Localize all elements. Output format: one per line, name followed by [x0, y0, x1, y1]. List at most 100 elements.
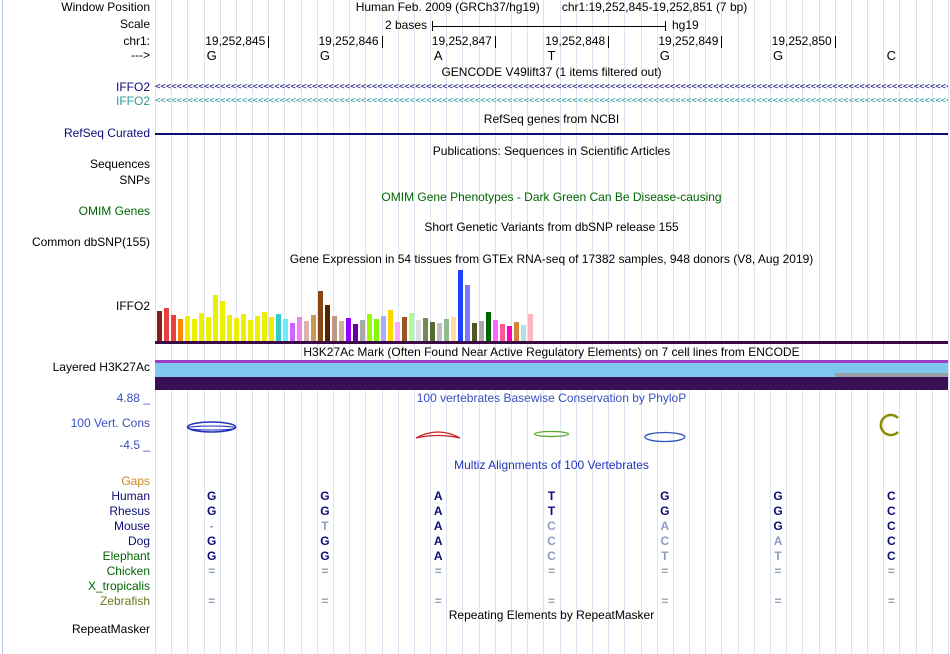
gtex-bar[interactable]: [479, 321, 484, 341]
gtex-bar[interactable]: [171, 315, 176, 341]
sidebar-label-gtex-gene[interactable]: IFFO2: [0, 300, 150, 313]
gtex-bar[interactable]: [220, 301, 225, 341]
gtex-bar[interactable]: [234, 318, 239, 341]
gtex-bar[interactable]: [409, 313, 414, 341]
species-label[interactable]: Gaps: [0, 474, 150, 489]
sidebar-label-layered-h3k27ac[interactable]: Layered H3K27Ac: [0, 361, 150, 374]
gtex-bar[interactable]: [311, 315, 316, 341]
gtex-bar[interactable]: [367, 314, 372, 341]
gtex-bar[interactable]: [185, 316, 190, 341]
multiz-track-title: Multiz Alignments of 100 Vertebrates: [454, 458, 649, 472]
gtex-bar[interactable]: [157, 311, 162, 341]
gencode-item-label[interactable]: IFFO2: [0, 95, 150, 108]
transcript-arrows[interactable]: <<<<<<<<<<<<<<<<<<<<<<<<<<<<<<<<<<<<<<<<…: [155, 95, 948, 107]
alignment-base: =: [434, 564, 442, 578]
gtex-bar[interactable]: [486, 312, 491, 341]
alignment-base: =: [547, 594, 555, 608]
gtex-bar[interactable]: [332, 316, 337, 341]
gtex-bar[interactable]: [416, 320, 421, 341]
alignment-base: G: [206, 549, 217, 563]
phylop-conservation-plot[interactable]: [155, 406, 948, 454]
alignment-base: C: [887, 504, 896, 518]
species-label[interactable]: Dog: [0, 534, 150, 549]
gtex-bar[interactable]: [255, 316, 260, 341]
h3k27ac-band-skyblue: [155, 363, 948, 377]
gtex-bar[interactable]: [213, 295, 218, 341]
gtex-bar[interactable]: [507, 326, 512, 341]
gtex-bar[interactable]: [493, 320, 498, 341]
gtex-bar[interactable]: [381, 316, 386, 341]
gtex-bar[interactable]: [514, 322, 519, 341]
sidebar-label-common-dbsnp[interactable]: Common dbSNP(155): [0, 236, 150, 249]
gtex-bar[interactable]: [451, 317, 456, 341]
species-label[interactable]: Rhesus: [0, 504, 150, 519]
gencode-item-label[interactable]: IFFO2: [0, 81, 150, 94]
gtex-bar[interactable]: [178, 319, 183, 341]
gtex-bar[interactable]: [290, 323, 295, 341]
gtex-bar[interactable]: [339, 321, 344, 341]
repeatmasker-track-title: Repeating Elements by RepeatMasker: [448, 608, 655, 622]
gtex-bar[interactable]: [262, 312, 267, 341]
multiz-labels: Gaps Human Rhesus Mouse Dog Elephant Chicken X_…: [0, 474, 150, 614]
gtex-bar[interactable]: [430, 322, 435, 341]
species-label[interactable]: Zebrafish: [0, 594, 150, 609]
sidebar-label-repeatmasker[interactable]: RepeatMasker: [0, 623, 150, 636]
alignment-base: G: [206, 489, 217, 503]
alignment-base: T: [321, 519, 329, 533]
alignment-base: C: [887, 489, 896, 503]
gtex-bar[interactable]: [325, 305, 330, 341]
alignment-base: =: [321, 564, 329, 578]
gtex-bar[interactable]: [199, 313, 204, 341]
gtex-expression-barchart[interactable]: [155, 269, 948, 341]
transcript-arrows[interactable]: <<<<<<<<<<<<<<<<<<<<<<<<<<<<<<<<<<<<<<<<…: [155, 81, 948, 93]
alignment-base: C: [887, 534, 896, 548]
gtex-bar[interactable]: [304, 321, 309, 341]
gtex-bar[interactable]: [248, 320, 253, 341]
species-label[interactable]: Elephant: [0, 549, 150, 564]
position-label: 19,252,845: [205, 34, 266, 48]
sidebar-label-omim-genes[interactable]: OMIM Genes: [0, 205, 150, 218]
alignment-base: T: [661, 549, 669, 563]
species-label[interactable]: X_tropicalis: [0, 579, 150, 594]
gtex-bar[interactable]: [318, 291, 323, 341]
gtex-bar[interactable]: [346, 318, 351, 341]
alignment-base: G: [206, 534, 217, 548]
multiz-alignment-grid: G G A T G G C G G A T G G C - T A C A G C G G A C C A C G G A C T T C = = = = =…: [155, 474, 948, 614]
gtex-bar[interactable]: [206, 317, 211, 341]
gtex-bar[interactable]: [269, 317, 274, 341]
sidebar-label-100-vert-cons[interactable]: 100 Vert. Cons: [0, 417, 150, 430]
gtex-bar[interactable]: [472, 323, 477, 341]
omim-track-title: OMIM Gene Phenotypes - Dark Green Can Be…: [381, 190, 722, 204]
gtex-bar[interactable]: [423, 318, 428, 341]
gtex-bar[interactable]: [465, 285, 470, 341]
gtex-bar[interactable]: [521, 325, 526, 341]
gtex-bar[interactable]: [444, 319, 449, 341]
sidebar-label-snps[interactable]: SNPs: [0, 174, 150, 187]
species-label[interactable]: Human: [0, 489, 150, 504]
gtex-bar[interactable]: [395, 322, 400, 341]
species-label[interactable]: Chicken: [0, 564, 150, 579]
gtex-bar[interactable]: [528, 314, 533, 341]
gtex-bar[interactable]: [353, 324, 358, 341]
gtex-bar[interactable]: [458, 270, 463, 341]
gtex-bar[interactable]: [297, 317, 302, 341]
gtex-bar[interactable]: [192, 319, 197, 341]
position-label: 19,252,849: [658, 34, 719, 48]
gtex-bar[interactable]: [276, 314, 281, 341]
sidebar-label-refseq-curated[interactable]: RefSeq Curated: [0, 127, 150, 140]
gtex-bar[interactable]: [437, 323, 442, 341]
sidebar-label-sequences[interactable]: Sequences: [0, 158, 150, 171]
gtex-bar[interactable]: [241, 314, 246, 341]
gtex-bar[interactable]: [283, 319, 288, 341]
species-label[interactable]: Mouse: [0, 519, 150, 534]
gtex-bar[interactable]: [402, 317, 407, 341]
gtex-bar[interactable]: [388, 310, 393, 341]
gtex-bar[interactable]: [500, 324, 505, 341]
gtex-bar[interactable]: [164, 308, 169, 341]
refseq-gene-line[interactable]: [155, 133, 948, 135]
gtex-bar[interactable]: [360, 320, 365, 341]
alignment-base: T: [774, 549, 782, 563]
gtex-bar[interactable]: [227, 315, 232, 341]
gtex-bar[interactable]: [374, 319, 379, 341]
h3k27ac-signal-track[interactable]: [155, 360, 948, 390]
